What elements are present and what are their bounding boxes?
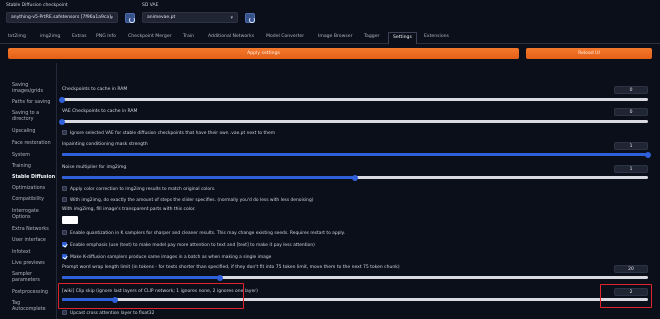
- refresh-vae-button[interactable]: [245, 13, 255, 23]
- vae-label: SD VAE: [142, 3, 159, 8]
- sidebar-item-tag-2[interactable]: Autocomplete: [12, 307, 46, 313]
- noise-label: Noise multiplier for img2img: [62, 165, 127, 170]
- slider-handle[interactable]: [217, 274, 224, 281]
- tab-image-browser[interactable]: Image Browser: [318, 34, 352, 39]
- color-correction-checkbox[interactable]: [62, 186, 67, 191]
- quantization-checkbox[interactable]: [62, 230, 67, 235]
- vae-select[interactable]: animevae.pt ▾: [142, 12, 238, 23]
- settings-sidebar: Saving images/grids Paths for saving Sav…: [0, 63, 56, 319]
- refresh-checkpoint-button[interactable]: [125, 13, 135, 23]
- checkpoint-value: anything-v5-PrtRE.safetensors [7f96a1a9c…: [11, 15, 111, 20]
- slider-handle[interactable]: [645, 151, 651, 158]
- sidebar-item-postprocessing[interactable]: Postprocessing: [12, 290, 48, 296]
- vae-cache-label: VAE Checkpoints to cache in RAM: [62, 109, 138, 114]
- emphasis-checkbox[interactable]: [62, 242, 67, 247]
- chevron-down-icon: ▾: [230, 15, 233, 21]
- clip-skip-value-highlight: [600, 284, 652, 308]
- exact-steps-label: With img2img, do exactly the amount of s…: [70, 198, 314, 203]
- exact-steps-checkbox[interactable]: [62, 197, 67, 202]
- sidebar-item-upscaling[interactable]: Upscaling: [12, 129, 35, 135]
- slider-handle[interactable]: [59, 118, 65, 125]
- vae-value: animevae.pt: [147, 15, 176, 20]
- inpaint-slider[interactable]: [62, 151, 651, 158]
- sidebar-item-saving-images-2[interactable]: images/grids: [12, 89, 43, 95]
- inpaint-input[interactable]: 1: [614, 142, 648, 150]
- vae-cache-slider[interactable]: [59, 118, 648, 125]
- slider-handle[interactable]: [352, 174, 358, 181]
- sidebar-item-stable-diffusion[interactable]: Stable Diffusion: [12, 175, 55, 181]
- ckpt-cache-slider[interactable]: [59, 96, 648, 103]
- slider-fill: [62, 153, 648, 156]
- tab-settings[interactable]: Settings: [388, 32, 417, 44]
- sidebar-item-compatibility[interactable]: Compatibility: [12, 197, 44, 203]
- sidebar-item-optimizations[interactable]: Optimizations: [12, 186, 45, 192]
- exact-steps-row[interactable]: With img2img, do exactly the amount of s…: [62, 197, 313, 203]
- sidebar-item-live-previews[interactable]: Live previews: [12, 261, 45, 267]
- emphasis-row[interactable]: Enable emphasis (use (text) to make mode…: [62, 242, 315, 248]
- clip-skip-highlight: [58, 283, 244, 309]
- tab-additional-networks[interactable]: Additional Networks: [208, 34, 254, 39]
- upcast-row[interactable]: Upcast cross attention layer to float32: [62, 310, 154, 316]
- sidebar-item-paths[interactable]: Paths for saving: [12, 100, 50, 106]
- top-bar: Stable Diffusion checkpoint anything-v5-…: [0, 0, 660, 32]
- tab-train[interactable]: Train: [183, 34, 194, 39]
- batch-cond-row[interactable]: Make K-diffusion samplers produce same i…: [62, 254, 271, 260]
- prompt-wrap-label: Prompt word wrap length limit (in tokens…: [62, 265, 400, 270]
- batch-cond-label: Make K-diffusion samplers produce same i…: [70, 255, 272, 260]
- checkpoint-select[interactable]: anything-v5-PrtRE.safetensors [7f96a1a9c…: [6, 12, 118, 23]
- tab-txt2img[interactable]: txt2img: [8, 34, 26, 39]
- quantization-label: Enable quantization in K samplers for sh…: [70, 231, 346, 236]
- batch-cond-checkbox[interactable]: [62, 254, 67, 259]
- noise-input[interactable]: 1: [614, 165, 648, 173]
- fill-color-swatch[interactable]: [62, 216, 78, 224]
- color-correction-row[interactable]: Apply color correction to img2img result…: [62, 186, 216, 192]
- main-tabs: txt2img img2img Extras PNG Info Checkpoi…: [0, 32, 660, 44]
- slider-fill: [62, 176, 355, 179]
- slider-fill: [62, 276, 221, 279]
- tab-extensions[interactable]: Extensions: [424, 34, 449, 39]
- upcast-label: Upcast cross attention layer to float32: [70, 311, 155, 316]
- tab-checkpoint-merger[interactable]: Checkpoint Merger: [128, 34, 172, 39]
- sidebar-item-infotext[interactable]: Infotext: [12, 250, 31, 256]
- ignore-vae-label: Ignore selected VAE for stable diffusion…: [70, 131, 275, 136]
- quantization-row[interactable]: Enable quantization in K samplers for sh…: [62, 230, 345, 236]
- sidebar-item-saving-dir-2[interactable]: directory: [12, 117, 33, 123]
- chevron-down-icon: ▾: [110, 15, 113, 21]
- color-correction-label: Apply color correction to img2img result…: [70, 187, 216, 192]
- noise-slider[interactable]: [62, 174, 648, 181]
- sidebar-item-extra-networks[interactable]: Extra Networks: [12, 227, 49, 233]
- vae-cache-input[interactable]: 0: [614, 108, 648, 116]
- tab-img2img[interactable]: img2img: [40, 34, 60, 39]
- tab-model-converter[interactable]: Model Converter: [266, 34, 304, 39]
- tab-png-info[interactable]: PNG Info: [96, 34, 116, 39]
- sidebar-item-sampler-2[interactable]: parameters: [12, 278, 40, 284]
- prompt-wrap-input[interactable]: 20: [614, 265, 648, 273]
- prompt-wrap-slider[interactable]: [62, 274, 648, 281]
- ckpt-cache-input[interactable]: 0: [614, 86, 648, 94]
- tab-extras[interactable]: Extras: [72, 34, 87, 39]
- inpaint-label: Inpainting conditioning mask strength: [62, 142, 148, 147]
- reload-ui-button[interactable]: Reload UI: [526, 48, 652, 59]
- ignore-vae-checkbox[interactable]: [62, 130, 67, 135]
- sidebar-item-interrogate-2[interactable]: Options: [12, 215, 31, 221]
- tab-tagger[interactable]: Tagger: [364, 34, 379, 39]
- emphasis-label: Enable emphasis (use (text) to make mode…: [70, 243, 315, 248]
- upcast-checkbox[interactable]: [62, 310, 67, 315]
- slider-handle[interactable]: [59, 96, 65, 103]
- sidebar-item-system[interactable]: System: [12, 153, 30, 159]
- sidebar-item-face-restoration[interactable]: Face restoration: [12, 141, 51, 147]
- fill-color-label: With img2img, fill image's transparent p…: [62, 207, 196, 212]
- sidebar-item-user-interface[interactable]: User interface: [12, 238, 46, 244]
- ignore-vae-row[interactable]: Ignore selected VAE for stable diffusion…: [62, 130, 275, 136]
- checkpoint-label: Stable Diffusion checkpoint: [6, 3, 68, 8]
- ckpt-cache-label: Checkpoints to cache in RAM: [62, 87, 128, 92]
- sidebar-item-training[interactable]: Training: [12, 164, 31, 170]
- apply-settings-button[interactable]: Apply settings: [8, 48, 519, 59]
